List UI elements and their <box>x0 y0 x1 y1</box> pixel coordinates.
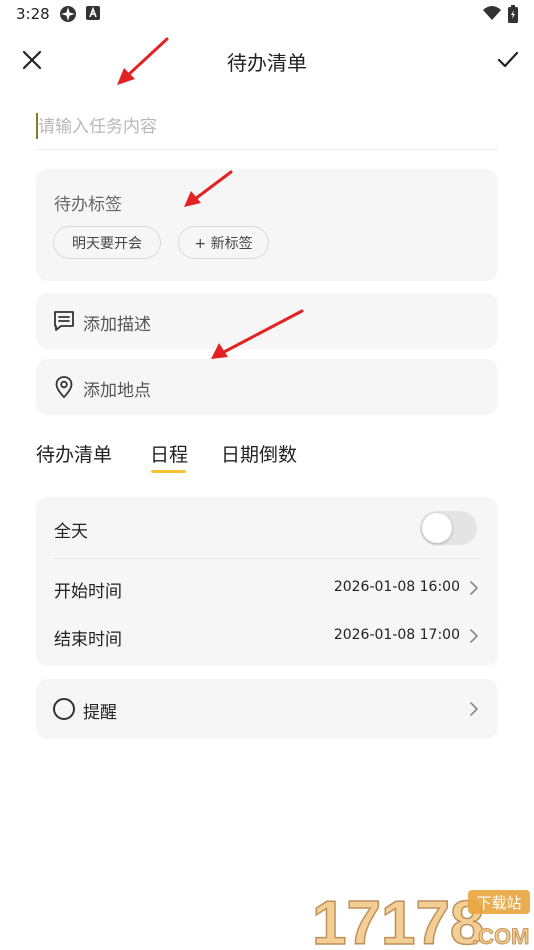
watermark-tag: 下载站 <box>476 894 521 912</box>
annotation-arrow-title <box>117 37 169 85</box>
annotation-arrow-location <box>211 309 304 359</box>
site-watermark-logo: 17178 下载站 .COM <box>311 888 530 948</box>
watermark-suffix: .COM <box>472 924 529 948</box>
watermark-brand: 17178 <box>312 889 484 948</box>
annotation-arrow-tags <box>184 170 233 207</box>
annotation-arrows <box>117 37 304 359</box>
